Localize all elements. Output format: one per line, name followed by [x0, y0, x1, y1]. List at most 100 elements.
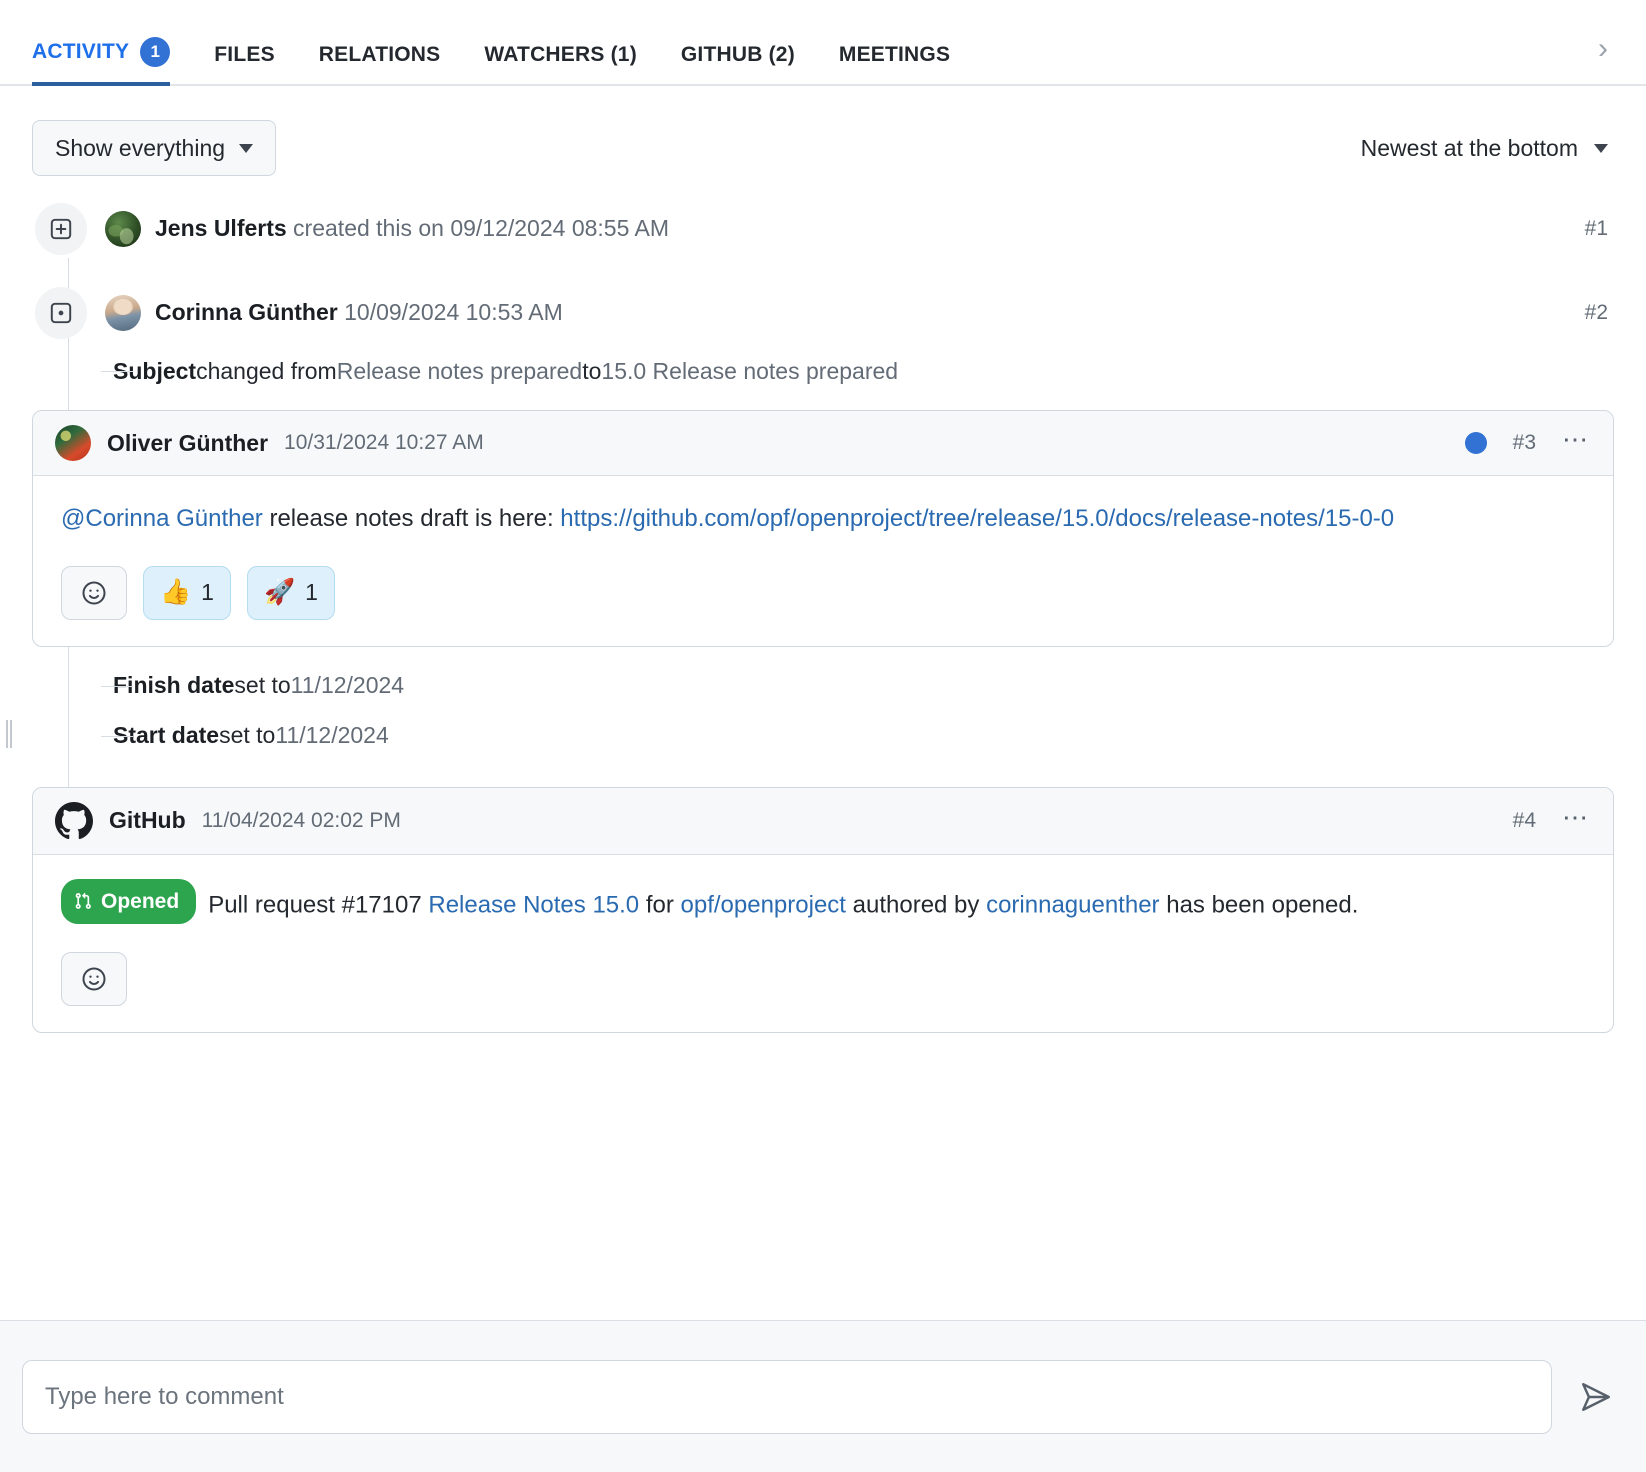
activity-entry-subject-change: Corinna Günther 10/09/2024 10:53 AM #2: [32, 286, 1614, 340]
detail-subject-change: Subject changed from Release notes prepa…: [32, 346, 1614, 396]
status-badge: Opened: [61, 879, 196, 924]
plus-square-icon: [35, 203, 87, 255]
tab-meetings-label: MEETINGS: [839, 43, 950, 67]
add-reaction-button[interactable]: [61, 952, 127, 1006]
github-card-body: Opened Pull request #17107 Release Notes…: [33, 855, 1613, 942]
tab-relations-label: RELATIONS: [319, 43, 441, 67]
detail-value: 11/12/2024: [275, 722, 388, 749]
dot-square-icon: [35, 287, 87, 339]
thumbs-up-icon: 👍: [160, 580, 191, 605]
reaction-count: 1: [201, 579, 214, 606]
send-comment-button[interactable]: [1568, 1360, 1624, 1434]
comment-id: #3: [1513, 431, 1536, 455]
tab-files-label: FILES: [214, 43, 275, 67]
avatar: [105, 295, 141, 331]
repository-link[interactable]: opf/openproject: [681, 891, 846, 918]
pull-request-title-link[interactable]: Release Notes 15.0: [428, 891, 639, 918]
tab-relations[interactable]: RELATIONS: [297, 43, 463, 84]
github-text-4: has been opened.: [1160, 891, 1359, 918]
activity-author: Jens Ulferts: [155, 215, 287, 241]
activity-entry-text: Corinna Günther 10/09/2024 10:53 AM: [155, 297, 563, 328]
avatar: [55, 425, 91, 461]
detail-value: 11/12/2024: [291, 672, 404, 699]
reaction-bar: [33, 942, 1613, 1032]
comment-header: Oliver Günther 10/31/2024 10:27 AM #3 ⋯: [33, 411, 1613, 476]
unread-indicator-icon: [1465, 432, 1487, 454]
chevron-down-icon: [1594, 144, 1608, 153]
github-user-link[interactable]: corinnaguenther: [986, 891, 1159, 918]
reaction-count: 1: [305, 579, 318, 606]
avatar: [105, 211, 141, 247]
comment-header-actions: #3 ⋯: [1465, 431, 1591, 455]
activity-detail-list: Finish date set to 11/12/2024 Start date…: [32, 661, 1614, 761]
github-icon: [55, 802, 93, 840]
github-card-author: GitHub: [109, 807, 186, 834]
activity-detail-list: Subject changed from Release notes prepa…: [32, 346, 1614, 396]
comment-input[interactable]: [22, 1360, 1552, 1434]
detail-mid: set to: [234, 672, 290, 699]
activity-entry-created: Jens Ulferts created this on 09/12/2024 …: [32, 202, 1614, 256]
comment-body: @Corinna Günther release notes draft is …: [33, 476, 1613, 556]
github-activity-card: GitHub 11/04/2024 02:02 PM #4 ⋯ Opened P…: [32, 787, 1614, 1033]
tab-files[interactable]: FILES: [192, 43, 297, 84]
chevron-down-icon: [239, 144, 253, 153]
tab-github[interactable]: GITHUB (2): [659, 43, 817, 84]
comment-card: Oliver Günther 10/31/2024 10:27 AM #3 ⋯ …: [32, 410, 1614, 647]
reaction-rocket-button[interactable]: 🚀 1: [247, 566, 335, 620]
rocket-icon: 🚀: [264, 580, 295, 605]
comment-text: release notes draft is here:: [263, 505, 561, 532]
comment-composer: [0, 1320, 1646, 1472]
sort-order-select[interactable]: Newest at the bottom: [1361, 135, 1610, 162]
activity-author: Corinna Günther: [155, 299, 338, 325]
add-reaction-button[interactable]: [61, 566, 127, 620]
reaction-thumbs-up-button[interactable]: 👍 1: [143, 566, 231, 620]
detail-finish-date: Finish date set to 11/12/2024: [32, 661, 1614, 711]
activity-timeline: Jens Ulferts created this on 09/12/2024 …: [0, 202, 1646, 1033]
tab-meetings[interactable]: MEETINGS: [817, 43, 972, 84]
detail-old-value: Release notes prepared: [337, 358, 583, 385]
detail-joiner: to: [582, 358, 601, 385]
sort-order-label: Newest at the bottom: [1361, 135, 1578, 162]
github-card-timestamp: 11/04/2024 02:02 PM: [202, 809, 401, 833]
send-icon: [1579, 1380, 1613, 1414]
kebab-menu-icon[interactable]: ⋯: [1562, 810, 1591, 832]
pull-request-icon: [74, 892, 92, 910]
github-text-2: for: [639, 891, 680, 918]
detail-new-value: 15.0 Release notes prepared: [601, 358, 898, 385]
tab-bar: ACTIVITY 1 FILES RELATIONS WATCHERS (1) …: [0, 0, 1646, 86]
activity-entry-id: #1: [1585, 217, 1614, 241]
panel-resize-handle[interactable]: [6, 720, 12, 748]
kebab-menu-icon[interactable]: ⋯: [1562, 432, 1591, 454]
detail-label: Finish date: [113, 672, 234, 699]
activity-filter-bar: Show everything Newest at the bottom: [0, 86, 1646, 176]
comment-author: Oliver Günther: [107, 430, 268, 457]
comment-timestamp: 10/31/2024 10:27 AM: [284, 431, 484, 455]
github-text-3: authored by: [846, 891, 986, 918]
detail-mid: set to: [219, 722, 275, 749]
detail-label: Start date: [113, 722, 219, 749]
show-everything-label: Show everything: [55, 135, 225, 162]
release-notes-url-link[interactable]: https://github.com/opf/openproject/tree/…: [560, 505, 1394, 532]
activity-entry-text: Jens Ulferts created this on 09/12/2024 …: [155, 213, 669, 244]
tab-watchers-label: WATCHERS (1): [484, 43, 637, 67]
mention-link[interactable]: @Corinna Günther: [61, 505, 263, 532]
github-card-header: GitHub 11/04/2024 02:02 PM #4 ⋯: [33, 788, 1613, 855]
activity-timestamp: 10/09/2024 10:53 AM: [344, 299, 563, 325]
github-card-actions: #4 ⋯: [1513, 809, 1591, 833]
detail-start-date: Start date set to 11/12/2024: [32, 711, 1614, 761]
github-text-1: Pull request #17107: [208, 891, 428, 918]
tab-github-label: GITHUB (2): [681, 43, 795, 67]
detail-label: Subject: [113, 358, 196, 385]
chevron-right-icon[interactable]: ›: [1592, 34, 1614, 84]
tab-activity[interactable]: ACTIVITY 1: [32, 37, 192, 84]
tab-activity-badge: 1: [140, 37, 170, 67]
activity-entry-id: #2: [1585, 301, 1614, 325]
activity-action-text: created this on 09/12/2024 08:55 AM: [287, 215, 669, 241]
status-badge-label: Opened: [101, 885, 179, 918]
reaction-bar: 👍 1 🚀 1: [33, 556, 1613, 646]
show-everything-filter-button[interactable]: Show everything: [32, 120, 276, 176]
github-card-id: #4: [1513, 809, 1536, 833]
tab-activity-label: ACTIVITY: [32, 40, 129, 64]
detail-mid: changed from: [196, 358, 337, 385]
tab-watchers[interactable]: WATCHERS (1): [462, 43, 659, 84]
